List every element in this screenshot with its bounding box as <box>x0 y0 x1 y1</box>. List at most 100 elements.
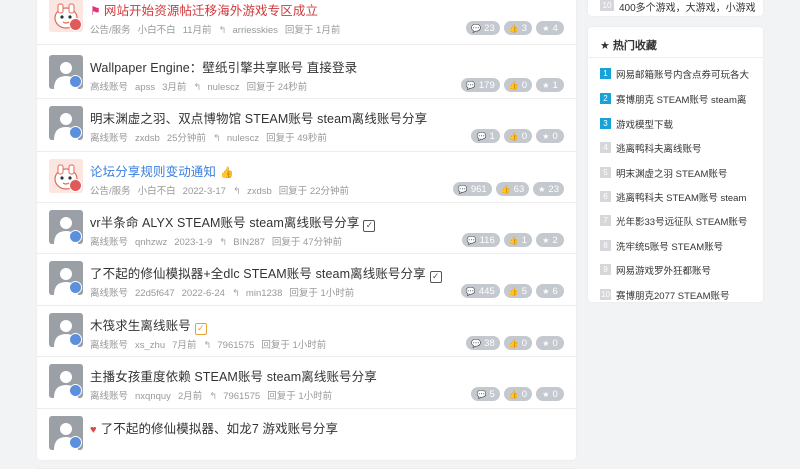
thread-row[interactable]: 了不起的修仙模拟器+全dlc STEAM账号 steam离线账号分享 ✓ 离线账号 2… <box>37 253 576 306</box>
category-label[interactable]: 离线账号 <box>90 133 128 144</box>
likes-count-pill: 👍 0 <box>503 387 532 401</box>
thread-row[interactable]: Wallpaper Engine：壁纸引擎共享账号 直接登录 高线账号 apss 3月… <box>37 47 576 99</box>
thread-row[interactable]: 论坛分享规则变动通知 👍 公告/服务 小白不白 2022-3-17 ↰ zxdsb 回复于 2… <box>37 151 576 203</box>
last-replier-name[interactable]: 7961575 <box>217 340 254 351</box>
last-replier-name[interactable]: 7961575 <box>223 391 260 402</box>
heart-icon: ♥ <box>90 424 97 436</box>
hot-item-title[interactable]: 光年影33号远征队 STEAM账号 <box>616 217 747 228</box>
verified-badge-icon <box>69 230 82 243</box>
hot-list-item[interactable]: 5 明末渊虚之羽 STEAM账号 <box>600 164 760 180</box>
thread-title-text[interactable]: 论坛分享规则变动通知 <box>90 165 216 179</box>
hot-list-item[interactable]: 8 洗牢统5账号 STEAM账号 <box>600 237 760 253</box>
hot-list-item[interactable]: 10 赛博朋克2077 STEAM账号 <box>600 286 760 302</box>
category-label[interactable]: 离线账号 <box>90 340 128 351</box>
author-name[interactable]: zxdsb <box>135 133 160 144</box>
last-replier-name[interactable]: nulescz <box>207 82 239 93</box>
thread-title-text[interactable]: 主播女孩重度依赖 STEAM账号 steam离线账号分享 <box>90 370 377 384</box>
thread-title[interactable]: 论坛分享规则变动通知 👍 <box>90 161 234 180</box>
comments-count-pill: 💬 116 <box>461 233 500 247</box>
rank-number: 9 <box>600 264 611 276</box>
category-label[interactable]: 公告/服务 <box>90 186 131 197</box>
last-replier-name[interactable]: BIN287 <box>233 237 265 248</box>
hot-list-item[interactable]: 4 逃离鸭科夫离线账号 <box>600 139 760 155</box>
author-name[interactable]: 22d5f647 <box>135 288 175 299</box>
last-replier-name[interactable]: min1238 <box>246 288 282 299</box>
reply-icon: ↰ <box>231 288 240 299</box>
hot-item-title[interactable]: 逃离鸭科夫 STEAM账号 steam <box>616 193 746 204</box>
author-name[interactable]: 小白不白 <box>138 25 176 36</box>
thumbs-up-icon: 👍 <box>508 23 519 33</box>
hot-item-title[interactable]: 赛博朋克 STEAM账号 steam离 <box>616 95 746 106</box>
thread-stats: 💬 445 👍 5 ★ 6 <box>460 284 564 298</box>
category-label[interactable]: 离线账号 <box>90 391 128 402</box>
hot-list-item[interactable]: 9 网易游戏罗外狂都账号 <box>600 261 760 277</box>
likes-count: 3 <box>521 22 527 34</box>
hot-item-title[interactable]: 明末渊虚之羽 STEAM账号 <box>616 169 727 180</box>
hot-item-title[interactable]: 网易游戏罗外狂都账号 <box>616 266 711 277</box>
thread-list: ⚑ 网站开始资源帖迁移海外游戏专区成立 公告/服务 小白不白 11月前 ↰ arriessk… <box>37 0 576 469</box>
author-name[interactable]: 小白不白 <box>138 186 176 197</box>
thread-row[interactable]: ♥ 了不起的修仙模拟器、如龙7 游戏账号分享 <box>37 408 576 469</box>
comments-count: 445 <box>478 285 495 297</box>
thread-title[interactable]: ♥ 了不起的修仙模拟器、如龙7 游戏账号分享 <box>90 418 338 437</box>
stars-count-pill: ★ 4 <box>536 21 564 35</box>
thread-title-text[interactable]: vr半条命 ALYX STEAM账号 steam离线账号分享 <box>90 216 359 230</box>
rank-number: 10 <box>600 289 611 301</box>
category-label[interactable]: 公告/服务 <box>90 25 131 36</box>
comment-icon: 💬 <box>465 80 476 90</box>
hot-item-title[interactable]: 逃离鸭科夫离线账号 <box>616 144 702 155</box>
thread-stats: 💬 23 👍 3 ★ 4 <box>466 21 564 35</box>
thread-title[interactable]: vr半条命 ALYX STEAM账号 steam离线账号分享 ✓ <box>90 212 376 232</box>
thread-title[interactable]: 木筏求生离线账号 ✓ <box>90 315 207 335</box>
thread-title-text[interactable]: Wallpaper Engine：壁纸引擎共享账号 直接登录 <box>90 61 357 75</box>
rank-number: 6 <box>600 191 611 203</box>
thread-row[interactable]: 明末渊虚之羽、双点博物馆 STEAM账号 steam离线账号分享 离线账号 zxds… <box>37 98 576 152</box>
author-name[interactable]: nxqnquy <box>135 391 171 402</box>
thread-title[interactable]: Wallpaper Engine：壁纸引擎共享账号 直接登录 <box>90 57 357 76</box>
comments-count: 179 <box>478 79 495 91</box>
thread-title-text[interactable]: 了不起的修仙模拟器、如龙7 游戏账号分享 <box>101 422 338 436</box>
hot-item-title[interactable]: 洗牢统5账号 STEAM账号 <box>616 242 723 253</box>
thread-row[interactable]: 主播女孩重度依赖 STEAM账号 steam离线账号分享 离线账号 nxqnquy 2… <box>37 356 576 409</box>
reply-icon: ↰ <box>203 340 212 351</box>
likes-count-pill: 👍 1 <box>503 233 532 247</box>
hot-list-item[interactable]: 2 赛博朋克 STEAM账号 steam离 <box>600 90 760 106</box>
stars-count: 0 <box>552 388 558 400</box>
hot-favorites-panel: ★ 热门收藏 1 网易邮箱账号内含点券可玩各大 2 赛博朋克 STEAM账号 steam… <box>588 27 763 302</box>
thread-title[interactable]: 了不起的修仙模拟器+全dlc STEAM账号 steam离线账号分享 ✓ <box>90 263 442 283</box>
sidebar-top-link[interactable]: 400多个游戏，大游戏，小游戏 <box>619 0 756 14</box>
hot-item-title[interactable]: 游戏模型下载 <box>616 120 673 131</box>
last-replier-name[interactable]: nulescz <box>227 133 259 144</box>
hot-list-item[interactable]: 7 光年影33号远征队 STEAM账号 <box>600 212 760 228</box>
author-name[interactable]: xs_zhu <box>135 340 165 351</box>
hot-list-item[interactable]: 6 逃离鸭科夫 STEAM账号 steam <box>600 188 760 204</box>
last-replier-name[interactable]: zxdsb <box>247 186 272 197</box>
hot-list-item[interactable]: 1 网易邮箱账号内含点券可玩各大 <box>600 65 760 81</box>
thread-title-text[interactable]: 了不起的修仙模拟器+全dlc STEAM账号 steam离线账号分享 <box>90 267 426 281</box>
hot-item-title[interactable]: 网易邮箱账号内含点券可玩各大 <box>616 70 749 81</box>
author-name[interactable]: qnhzwz <box>135 237 167 248</box>
divider <box>588 57 763 58</box>
thread-title-text[interactable]: 网站开始资源帖迁移海外游戏专区成立 <box>104 4 318 18</box>
category-label[interactable]: 离线账号 <box>90 288 128 299</box>
thread-row[interactable]: vr半条命 ALYX STEAM账号 steam离线账号分享 ✓ 离线账号 qnhzw… <box>37 202 576 254</box>
last-replier-name[interactable]: arriesskies <box>233 25 278 36</box>
star-icon: ★ <box>542 131 550 141</box>
sidebar-top-card: 10 400多个游戏，大游戏，小游戏 <box>588 0 763 16</box>
thread-stats: 💬 1 👍 0 ★ 0 <box>471 129 564 143</box>
thread-title-text[interactable]: 木筏求生离线账号 <box>90 319 191 333</box>
thread-title-text[interactable]: 明末渊虚之羽、双点博物馆 STEAM账号 steam离线账号分享 <box>90 112 427 126</box>
hot-list-item[interactable]: 3 游戏模型下载 <box>600 115 760 131</box>
thread-row[interactable]: 木筏求生离线账号 ✓ 离线账号 xs_zhu 7月前 ↰ 7961575 回复于 1小时前 💬 3… <box>37 305 576 357</box>
thread-row[interactable]: ⚑ 网站开始资源帖迁移海外游戏专区成立 公告/服务 小白不白 11月前 ↰ arriessk… <box>37 0 576 45</box>
category-label[interactable]: 离线账号 <box>90 237 128 248</box>
comments-count-pill: 💬 38 <box>466 336 500 350</box>
thread-title[interactable]: 明末渊虚之羽、双点博物馆 STEAM账号 steam离线账号分享 <box>90 108 427 127</box>
thread-title[interactable]: ⚑ 网站开始资源帖迁移海外游戏专区成立 <box>90 0 318 19</box>
category-label[interactable]: 高线账号 <box>90 82 128 93</box>
thread-title[interactable]: 主播女孩重度依赖 STEAM账号 steam离线账号分享 <box>90 366 377 385</box>
stars-count: 1 <box>552 79 558 91</box>
hot-item-title[interactable]: 赛博朋克2077 STEAM账号 <box>616 291 730 302</box>
author-name[interactable]: apss <box>135 82 155 93</box>
rank-number: 8 <box>600 240 611 252</box>
